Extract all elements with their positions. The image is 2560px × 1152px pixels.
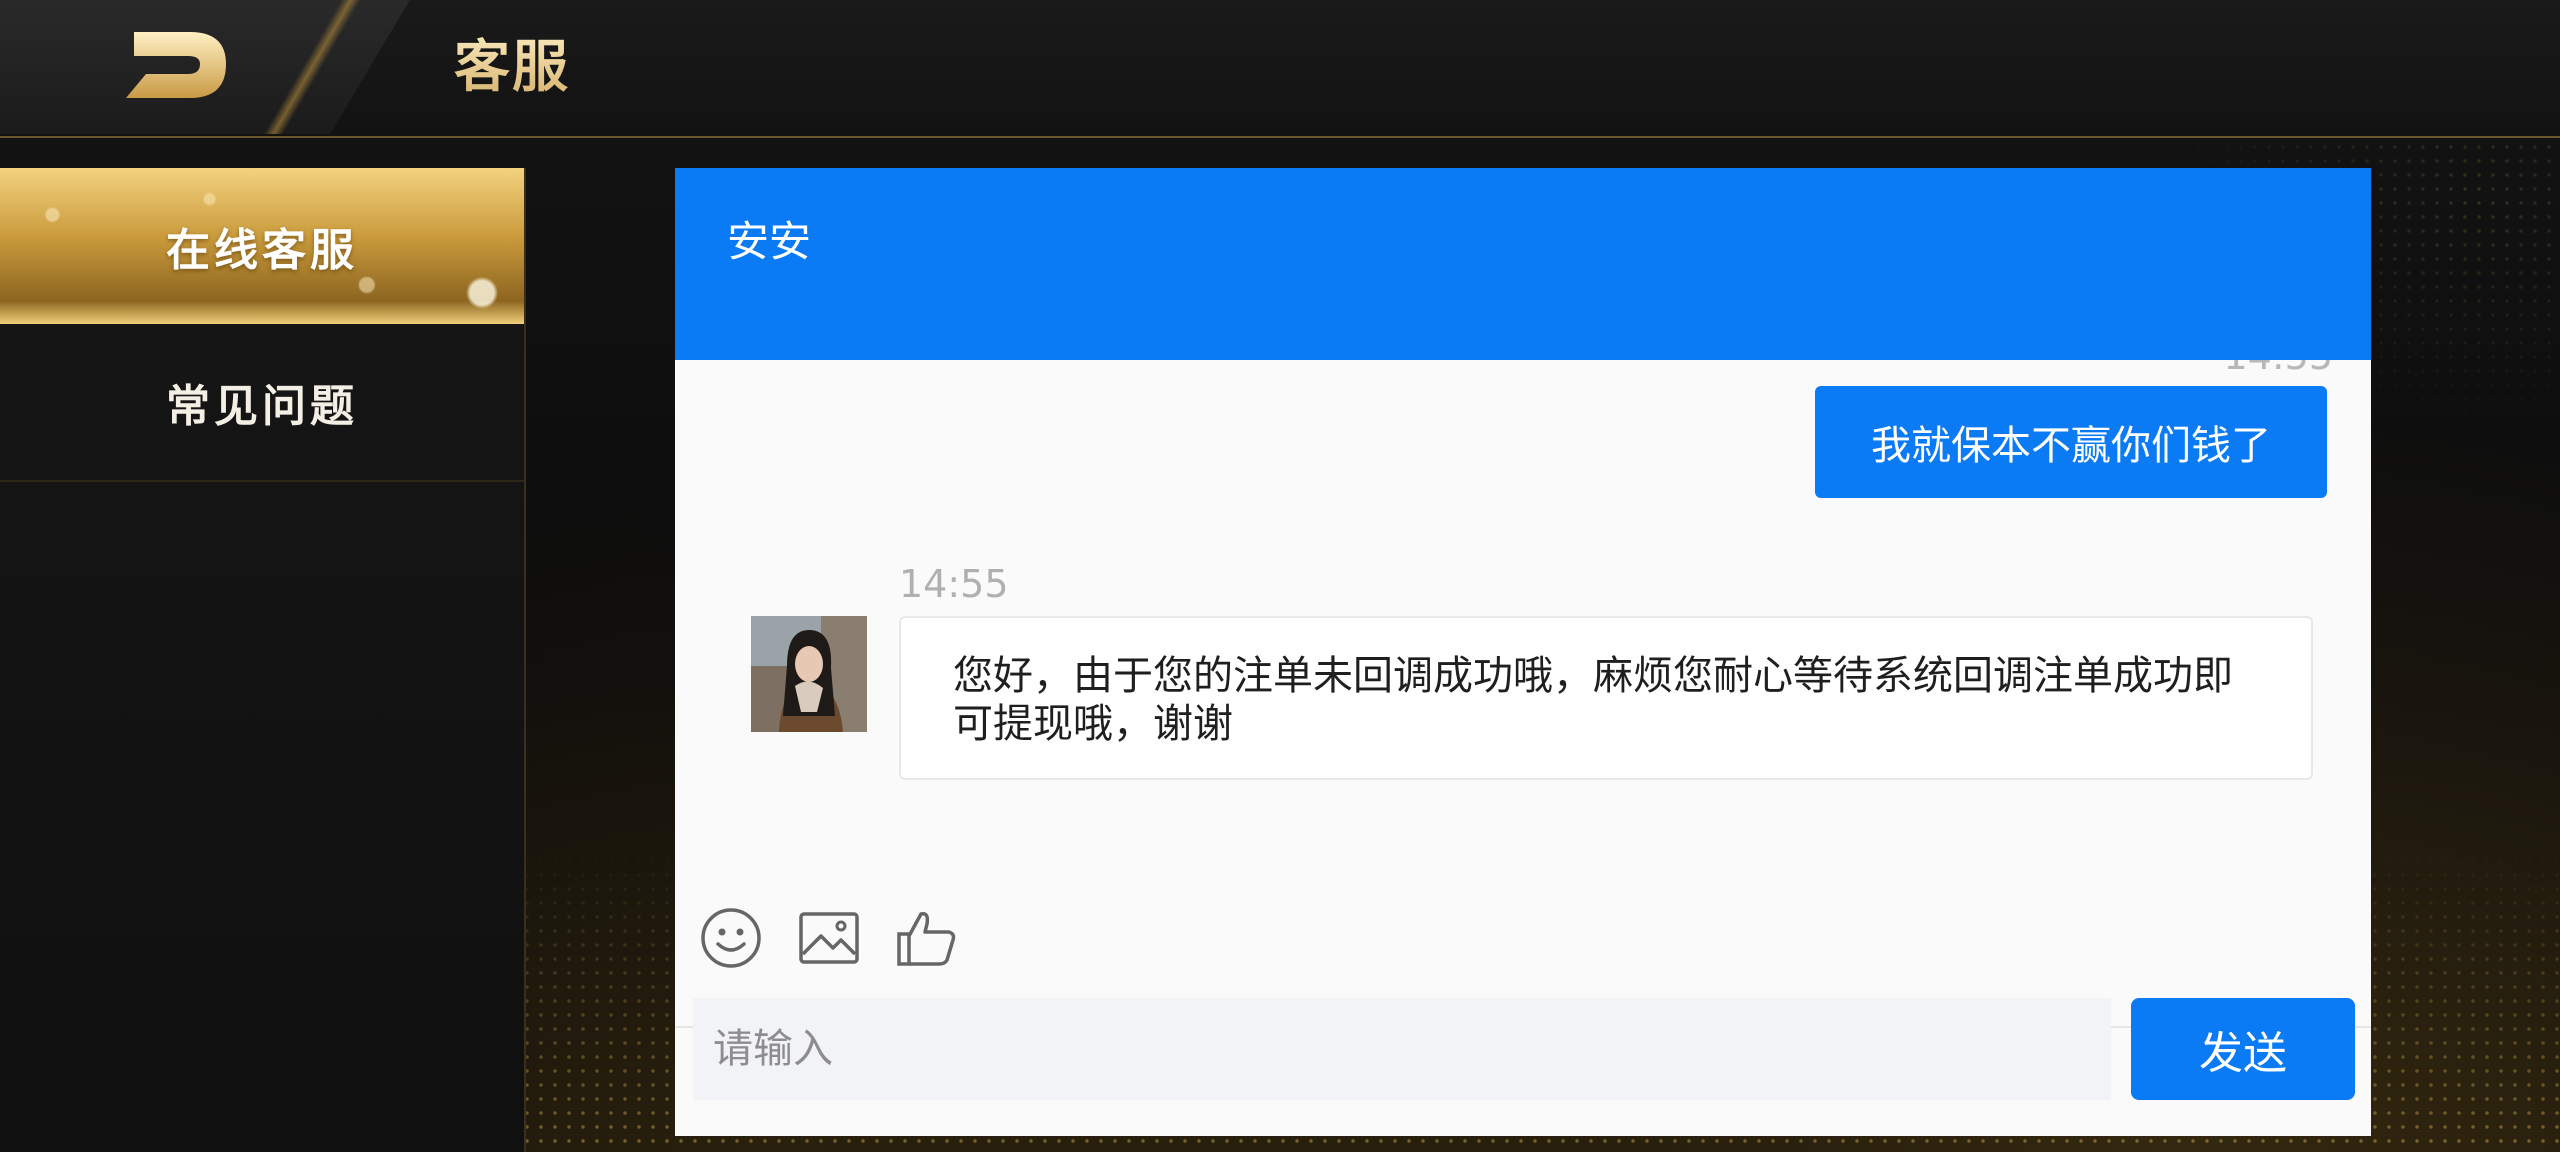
image-icon[interactable] [797, 906, 861, 970]
chat-header: 安安 [675, 168, 2371, 360]
incoming-message-bubble: 您好，由于您的注单未回调成功哦，麻烦您耐心等待系统回调注单成功即可提现哦，谢谢 [899, 616, 2313, 780]
sidebar-item-faq[interactable]: 常见问题 [0, 324, 524, 482]
message-timestamp: 14:55 [2223, 360, 2333, 378]
page-title: 客服 [454, 22, 570, 103]
top-bar: 客服 [0, 0, 2560, 138]
emoji-icon[interactable] [699, 906, 763, 970]
send-button[interactable]: 发送 [2131, 998, 2355, 1100]
message-timestamp: 14:55 [899, 562, 1009, 606]
chat-toolbar [699, 906, 959, 976]
agent-avatar [751, 616, 867, 732]
avatar-photo [751, 616, 867, 732]
agent-name: 安安 [727, 217, 812, 266]
chat-panel: 安安 14:55 我就保本不赢你们钱了 14:55 您好，由于您的注单未回调成功… [675, 168, 2371, 1136]
outgoing-message-bubble: 我就保本不赢你们钱了 [1815, 386, 2327, 498]
back-button[interactable] [0, 0, 410, 134]
message-input[interactable] [693, 998, 2111, 1100]
sidebar: 在线客服 常见问题 [0, 168, 526, 1152]
sidebar-item-label: 常见问题 [166, 381, 358, 432]
sidebar-item-label: 在线客服 [166, 225, 358, 276]
thumbs-up-icon[interactable] [895, 906, 959, 970]
sidebar-item-online-service[interactable]: 在线客服 [0, 168, 524, 324]
back-logo-icon[interactable] [120, 28, 232, 104]
